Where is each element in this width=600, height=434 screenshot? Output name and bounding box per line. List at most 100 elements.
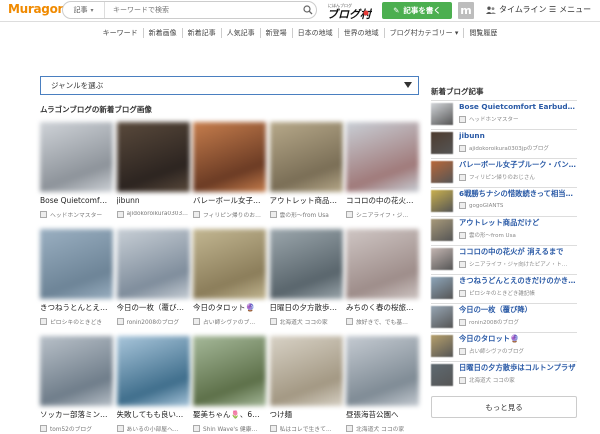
card-author[interactable]: ヘッドホンマスター xyxy=(40,210,113,219)
card-title[interactable]: バレーボール女子… xyxy=(193,196,266,206)
image-card[interactable]: Bose Quietcomf… ヘッドホンマスター xyxy=(40,122,113,219)
card-thumbnail[interactable] xyxy=(269,122,343,192)
sidebar-article-author[interactable]: 占い師シヴァのブログ xyxy=(459,347,524,355)
card-author[interactable]: 雲の形～from Usa xyxy=(269,210,343,219)
card-author[interactable]: ajidokoroikura0303j… xyxy=(116,210,190,218)
sidebar-thumbnail[interactable] xyxy=(431,306,453,328)
sidebar-article-title[interactable]: バレーボール女子ブルーク・バン… xyxy=(459,160,577,170)
nav-japan-regions[interactable]: 日本の地域 xyxy=(293,28,339,38)
image-card[interactable]: つけ麺私はコレで生きて… xyxy=(269,336,343,433)
image-card[interactable]: ソッカー部落ミン… tom52のブログ xyxy=(40,336,113,433)
sidebar-article-author[interactable]: gogoGIANTS xyxy=(459,202,503,209)
card-thumbnail[interactable] xyxy=(116,229,190,299)
timeline-link[interactable]: タイムライン xyxy=(486,4,546,15)
card-title[interactable]: 昼張海苔公園へ xyxy=(346,410,419,420)
sidebar-thumbnail[interactable] xyxy=(431,277,453,299)
sidebar-article-title[interactable]: 今日のタロット🔮 xyxy=(459,334,577,344)
menu-button[interactable]: ☰ メニュー xyxy=(549,4,591,15)
sidebar-article-author[interactable]: 北海道犬 ココの家 xyxy=(459,376,515,384)
card-thumbnail[interactable] xyxy=(193,229,266,299)
sidebar-article-author[interactable]: シニアライフ・ジャ向けたピアノ・ト… xyxy=(459,260,567,268)
image-card[interactable]: jibunn ajidokoroikura0303j… xyxy=(116,122,190,218)
sidebar-thumbnail[interactable] xyxy=(431,335,453,357)
sidebar-article-item[interactable]: きつねうどんとえのきだけのかき… ピロシキのときどき雑記帳 xyxy=(431,274,577,299)
card-author[interactable]: 北海道犬 ココの家 xyxy=(346,424,419,433)
sidebar-article-author[interactable]: ピロシキのときどき雑記帳 xyxy=(459,289,535,297)
sidebar-article-item[interactable]: ココロの中の花火が 消えるまで シニアライフ・ジャ向けたピアノ・ト… xyxy=(431,245,577,270)
sidebar-article-author[interactable]: ronin2008のブログ xyxy=(459,318,519,326)
nav-new-images[interactable]: 新着画像 xyxy=(144,28,183,38)
sidebar-article-item[interactable]: jibunn ajidokoroikura0303jpのブログ xyxy=(431,129,577,154)
search-input[interactable] xyxy=(105,2,300,18)
genre-select[interactable]: ジャンルを選ぶ xyxy=(40,76,419,95)
sidebar-article-title[interactable]: 6戦勝ちナシの惜敗続きって相当… xyxy=(459,189,577,199)
card-author[interactable]: ronin2008のブログ xyxy=(116,317,190,326)
search-icon[interactable] xyxy=(300,2,316,18)
sidebar-article-author[interactable]: 雲の形～from Usa xyxy=(459,231,516,239)
card-thumbnail[interactable] xyxy=(116,336,190,406)
card-author[interactable]: Shin Wave's 健康… xyxy=(193,424,266,433)
card-author[interactable]: シニアライフ・ジ… xyxy=(346,210,419,219)
card-title[interactable]: みちのく春の桜旅… xyxy=(346,303,419,313)
card-author[interactable]: フィリピン帰りのおじさん xyxy=(193,210,266,219)
card-title[interactable]: 娶美ちゃん🌷、6歳… xyxy=(193,410,266,420)
image-card[interactable]: バレーボール女子… フィリピン帰りのおじさん xyxy=(193,122,266,219)
card-thumbnail[interactable] xyxy=(193,122,266,192)
sidebar-article-title[interactable]: きつねうどんとえのきだけのかき… xyxy=(459,276,577,286)
sidebar-article-item[interactable]: バレーボール女子ブルーク・バン… フィリピン帰りのおじさん xyxy=(431,158,577,183)
sidebar-article-title[interactable]: アウトレット商品だけど xyxy=(459,218,577,228)
more-button[interactable]: もっと見る xyxy=(431,396,577,418)
sidebar-article-title[interactable]: jibunn xyxy=(459,131,577,140)
card-thumbnail[interactable] xyxy=(116,122,190,192)
sidebar-article-title[interactable]: ココロの中の花火が 消えるまで xyxy=(459,247,577,257)
sidebar-article-author[interactable]: ヘッドホンマスター xyxy=(459,115,519,123)
image-card[interactable]: 今日の一枚（覆び… ronin2008のブログ xyxy=(116,229,190,326)
card-title[interactable]: jibunn xyxy=(117,196,190,206)
sidebar-thumbnail[interactable] xyxy=(431,161,453,183)
muragon-logo[interactable]: Muragon xyxy=(8,2,66,16)
sidebar-article-author[interactable]: フィリピン帰りのおじさん xyxy=(459,173,535,181)
sidebar-thumbnail[interactable] xyxy=(431,103,453,125)
nav-new-arrivals[interactable]: 新登場 xyxy=(261,28,293,38)
image-card[interactable]: 今日のタロット🔮 占い師シヴァのブ… xyxy=(193,229,266,326)
card-title[interactable]: きつねうとんとえ… xyxy=(40,303,113,313)
sidebar-article-item[interactable]: アウトレット商品だけど 雲の形～from Usa xyxy=(431,216,577,241)
sidebar-thumbnail[interactable] xyxy=(431,132,453,154)
sidebar-thumbnail[interactable] xyxy=(431,190,453,212)
image-card[interactable]: きつねうとんとえ… ピロシキのときどき xyxy=(40,229,113,326)
sidebar-article-author[interactable]: ajidokoroikura0303jpのブログ xyxy=(459,144,549,152)
sidebar-article-title[interactable]: 日曜日の夕方散歩はコルトンプラザ xyxy=(459,363,577,373)
card-author[interactable]: tom52のブログ xyxy=(40,424,113,433)
card-thumbnail[interactable] xyxy=(346,122,419,192)
card-thumbnail[interactable] xyxy=(40,336,113,406)
card-title[interactable]: つけ麺 xyxy=(270,410,343,420)
nav-popular-articles[interactable]: 人気記事 xyxy=(222,28,261,38)
card-title[interactable]: 今日の一枚（覆び… xyxy=(117,303,190,313)
nav-new-articles[interactable]: 新着記事 xyxy=(183,28,222,38)
card-thumbnail[interactable] xyxy=(346,229,419,299)
m-app-icon[interactable]: m xyxy=(458,2,474,19)
card-title[interactable]: アウトレット商品… xyxy=(270,196,343,206)
card-title[interactable]: Bose Quietcomf… xyxy=(40,196,113,206)
sidebar-article-item[interactable]: 今日の一枚（覆び降） ronin2008のブログ xyxy=(431,303,577,328)
card-title[interactable]: 失敗してもも良いよ… xyxy=(117,410,190,420)
sidebar-thumbnail[interactable] xyxy=(431,364,453,386)
image-card[interactable]: 日曜日の夕方散歩… 北海道犬 ココの家 xyxy=(269,229,343,326)
nav-history[interactable]: 閲覧履歴 xyxy=(464,28,502,38)
card-author[interactable]: 私はコレで生きて… xyxy=(269,424,343,433)
card-title[interactable]: ココロの中の花火… xyxy=(346,196,419,206)
nav-keyword[interactable]: キーワード xyxy=(98,28,144,38)
image-card[interactable]: 娶美ちゃん🌷、6歳… Shin Wave's 健康… xyxy=(193,336,266,433)
card-thumbnail[interactable] xyxy=(269,229,343,299)
sidebar-article-item[interactable]: 日曜日の夕方散歩はコルトンプラザ 北海道犬 ココの家 xyxy=(431,361,577,386)
image-card[interactable]: 失敗してもも良いよ… あいるの小部屋へ… xyxy=(116,336,190,433)
image-card[interactable]: みちのく春の桜旅… 旅好きで、でも基… xyxy=(346,229,419,326)
image-card[interactable]: ココロの中の花火… シニアライフ・ジ… xyxy=(346,122,419,219)
sidebar-article-title[interactable]: 今日の一枚（覆び降） xyxy=(459,305,577,315)
nav-world-regions[interactable]: 世界の地域 xyxy=(339,28,385,38)
card-thumbnail[interactable] xyxy=(40,229,113,299)
card-title[interactable]: 今日のタロット🔮 xyxy=(193,303,266,313)
card-thumbnail[interactable] xyxy=(269,336,343,406)
card-author[interactable]: ピロシキのときどき xyxy=(40,317,113,326)
sidebar-article-item[interactable]: 6戦勝ちナシの惜敗続きって相当… gogoGIANTS xyxy=(431,187,577,212)
